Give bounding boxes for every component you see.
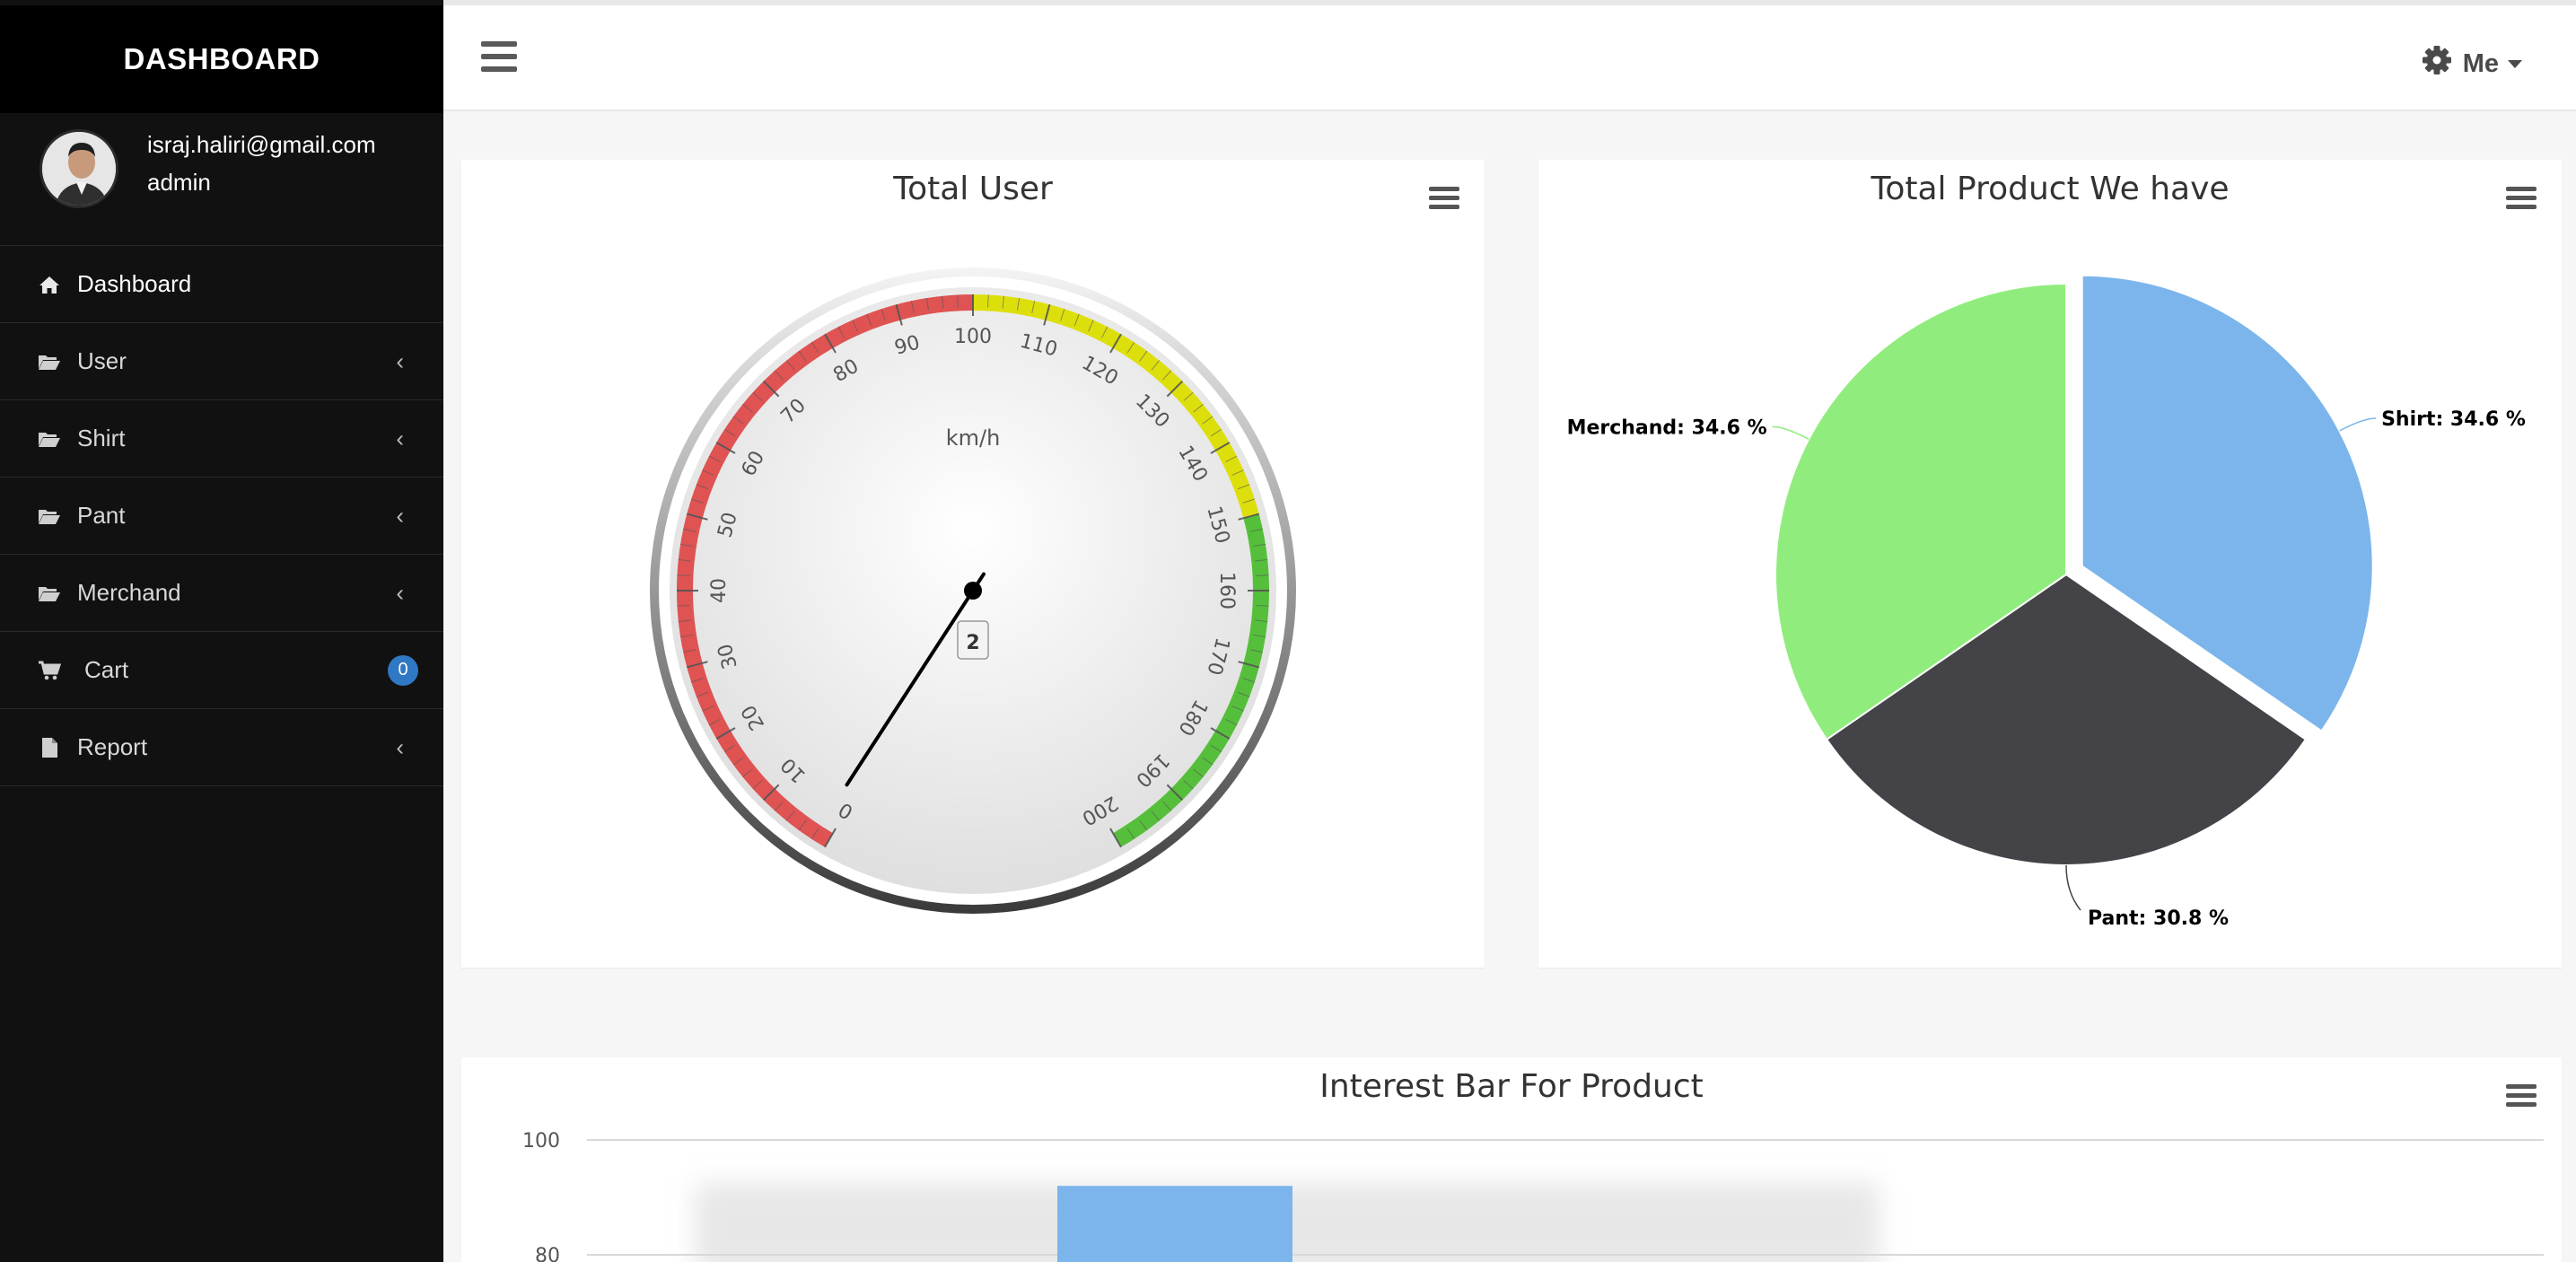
gauge-tick-label: 100 <box>954 326 992 348</box>
bar-y-tick-label: 100 <box>522 1130 560 1152</box>
gauge-tick-label: 160 <box>1215 572 1238 609</box>
caret-down-icon <box>2508 59 2522 68</box>
pie-panel: Total Product We have Shirt: 34.6 % Pant:… <box>1538 160 2562 968</box>
hamburger-icon[interactable] <box>481 41 517 72</box>
bar-y-tick-label: 80 <box>535 1245 560 1262</box>
chevron-left-icon: ‹ <box>396 579 404 606</box>
chevron-left-icon: ‹ <box>396 733 404 760</box>
bar-panel: Interest Bar For Product 100 80 <box>461 1057 2562 1262</box>
cart-count-badge: 0 <box>388 654 418 686</box>
sidebar-item-merchand[interactable]: Merchand ‹ <box>0 555 443 632</box>
chevron-left-icon: ‹ <box>396 425 404 451</box>
pie-label-shirt: Shirt: 34.6 % <box>2381 408 2526 431</box>
profile-role: admin <box>147 169 211 196</box>
folder-open-icon <box>38 583 61 603</box>
sidebar-item-label: Cart <box>84 656 129 683</box>
pie-slices <box>1774 274 2374 867</box>
sidebar-item-label: User <box>77 347 127 374</box>
folder-open-icon <box>38 352 61 372</box>
gauge-value-label: 2 <box>966 632 979 654</box>
sidebar-item-report[interactable]: Report ‹ <box>0 709 443 786</box>
pie-chart: Shirt: 34.6 % Pant: 30.8 % Merchand: 34.6 … <box>1567 274 2526 930</box>
pie-connector-pant <box>2065 864 2081 911</box>
sidebar: DASHBOARD israj.haliri@gmail.com admin D… <box>0 0 443 1262</box>
gauge-chart: 0102030405060708090 100 110120130140150160… <box>650 267 1296 914</box>
chevron-left-icon: ‹ <box>396 502 404 529</box>
avatar <box>39 129 118 208</box>
brand-title[interactable]: DASHBOARD <box>0 5 443 113</box>
sidebar-item-label: Dashboard <box>77 270 192 297</box>
sidebar-item-label: Pant <box>77 502 126 529</box>
gear-icon <box>2422 45 2452 83</box>
sidebar-item-cart[interactable]: Cart 0 <box>0 632 443 709</box>
sidebar-item-label: Shirt <box>77 425 126 451</box>
user-menu-label: Me <box>2462 48 2499 78</box>
pie-connector-merchand <box>1772 425 1809 440</box>
folder-open-icon <box>38 506 61 526</box>
pie-connector-shirt <box>2339 417 2377 432</box>
top-navbar: Me <box>443 5 2576 111</box>
sidebar-item-shirt[interactable]: Shirt ‹ <box>0 400 443 478</box>
bar-series <box>1057 1186 1292 1262</box>
user-profile: israj.haliri@gmail.com admin <box>0 115 443 246</box>
gauge-panel: Total User 0 10 20 30 40 50 60 70 80 90 100 110 120 1… <box>461 160 1485 968</box>
cart-icon <box>38 661 61 680</box>
sidebar-item-label: Merchand <box>77 579 181 606</box>
user-menu-dropdown[interactable]: Me <box>2422 45 2522 83</box>
bar-chart: 100 80 <box>522 1130 2544 1262</box>
sidebar-item-dashboard[interactable]: Dashboard <box>0 246 443 323</box>
sidebar-item-user[interactable]: User ‹ <box>0 323 443 400</box>
chevron-left-icon: ‹ <box>396 347 404 374</box>
profile-email: israj.haliri@gmail.com <box>147 131 376 158</box>
sidebar-menu: Dashboard User ‹ Shirt ‹ Pant ‹ Merchand… <box>0 246 443 786</box>
gauge-tick-label: 40 <box>708 578 731 603</box>
folder-open-icon <box>38 429 61 449</box>
gauge-unit-label: km/h <box>946 425 1001 451</box>
sidebar-item-pant[interactable]: Pant ‹ <box>0 478 443 555</box>
file-icon <box>38 737 61 758</box>
sidebar-item-label: Report <box>77 733 148 760</box>
pie-label-merchand: Merchand: 34.6 % <box>1567 416 1767 439</box>
home-icon <box>38 275 61 294</box>
gauge-pivot <box>964 582 982 600</box>
bar-mark <box>1057 1186 1292 1262</box>
pie-label-pant: Pant: 30.8 % <box>2088 907 2229 930</box>
